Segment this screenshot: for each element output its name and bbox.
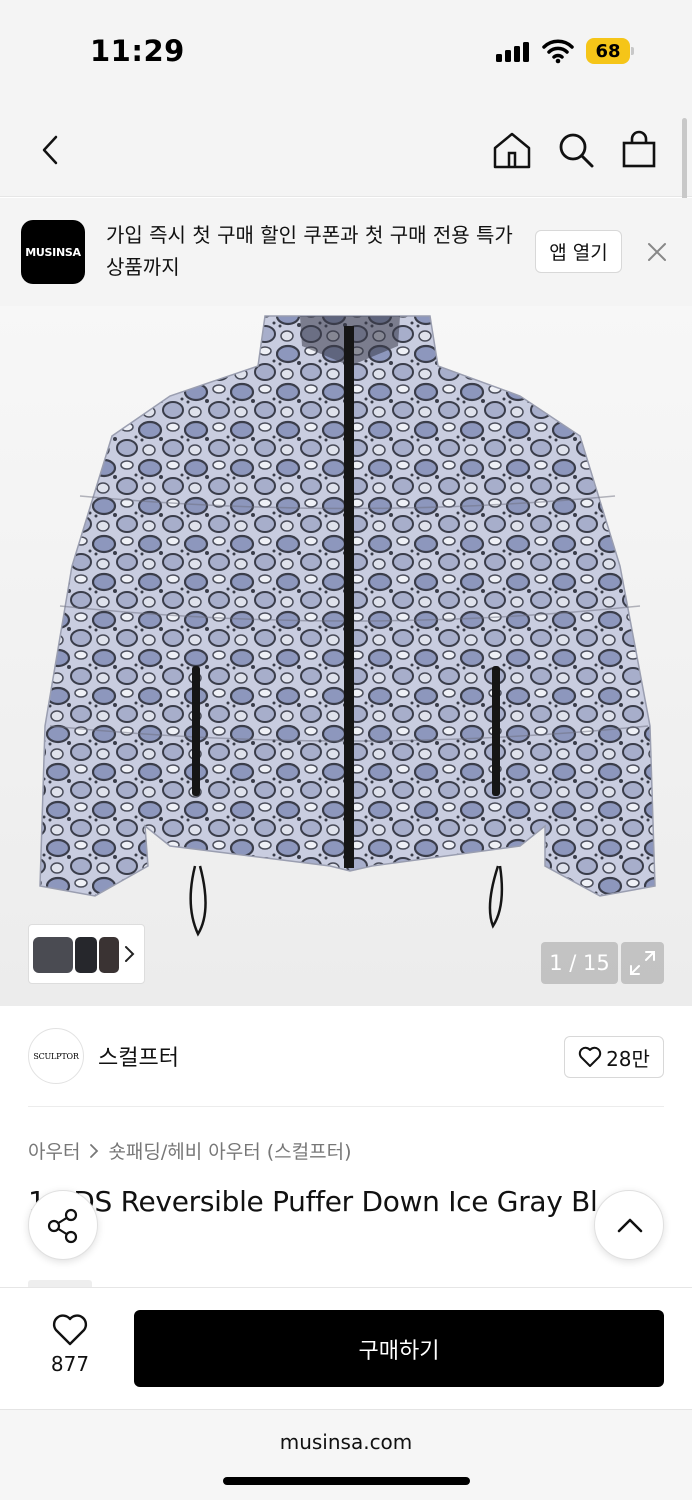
- brand-like-count: 28만: [606, 1046, 650, 1071]
- home-icon[interactable]: [492, 131, 532, 169]
- brand-like-button[interactable]: 28만: [564, 1036, 664, 1078]
- page-counter: 1 / 15: [541, 942, 618, 984]
- product-image[interactable]: [0, 306, 692, 1006]
- heart-icon[interactable]: [52, 1313, 88, 1347]
- banner-message: 가입 즉시 첫 구매 할인 쿠폰과 첫 구매 전용 특가 상품까지: [106, 223, 513, 279]
- expand-icon: [630, 951, 655, 975]
- puffer-jacket-image: [39, 315, 656, 937]
- wish-count: 877: [50, 1352, 90, 1376]
- scroll-top-button[interactable]: [594, 1190, 664, 1260]
- url-text[interactable]: musinsa.com: [0, 1430, 692, 1454]
- breadcrumb: 아우터 숏패딩/헤비 아우터 (스컬프터): [28, 1137, 352, 1164]
- chevron-up-icon: [617, 1218, 643, 1233]
- musinsa-app-logo: MUSINSA: [21, 220, 85, 284]
- breadcrumb-subcategory[interactable]: 숏패딩/헤비 아우터 (스컬프터): [108, 1137, 351, 1164]
- wifi-icon: [542, 39, 574, 64]
- breadcrumb-category[interactable]: 아우터: [28, 1137, 80, 1164]
- share-button[interactable]: [28, 1190, 98, 1260]
- search-icon[interactable]: [557, 131, 595, 169]
- battery-indicator: 68: [586, 38, 634, 64]
- status-bar: 11:29 68: [0, 0, 692, 100]
- divider: [28, 1106, 664, 1107]
- cellular-signal-icon: [496, 42, 529, 62]
- home-indicator[interactable]: [223, 1477, 470, 1485]
- brand-name[interactable]: 스컬프터: [98, 1040, 179, 1072]
- chevron-right-icon[interactable]: [122, 944, 136, 964]
- back-icon[interactable]: [38, 134, 62, 166]
- heart-icon: [578, 1046, 602, 1067]
- bag-icon[interactable]: [622, 130, 656, 168]
- open-app-button[interactable]: 앱 열기: [535, 230, 622, 273]
- battery-tip: [631, 47, 634, 55]
- battery-level: 68: [586, 38, 630, 64]
- chevron-right-icon: [90, 1143, 99, 1158]
- product-title: 1 RDS Reversible Puffer Down Ice Gray Bl…: [28, 1185, 623, 1218]
- buy-button[interactable]: 구매하기: [134, 1310, 664, 1387]
- status-time: 11:29: [90, 34, 185, 68]
- expand-button[interactable]: [621, 942, 664, 984]
- nav-bar: [0, 100, 692, 197]
- brand-logo[interactable]: SCULPTOR: [28, 1028, 84, 1084]
- close-icon[interactable]: [646, 241, 668, 263]
- share-icon: [47, 1208, 78, 1244]
- browser-url-bar: [0, 1409, 692, 1500]
- product-title-container: 1 RDS Reversible Puffer Down Ice Gray Bl…: [28, 1180, 664, 1264]
